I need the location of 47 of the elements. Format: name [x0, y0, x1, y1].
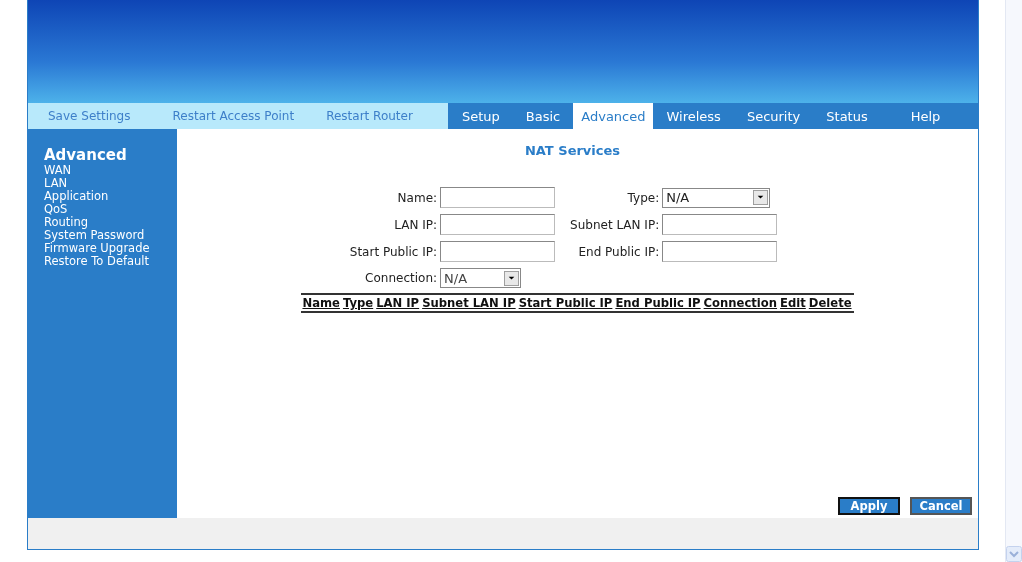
nav-tab[interactable]: Wireless [653, 103, 734, 129]
sidebar-link[interactable]: Firmware Upgrade [44, 242, 150, 255]
page-title: NAT Services [524, 143, 621, 158]
input-field[interactable] [662, 241, 778, 262]
column-header: Subnet LAN IP [421, 295, 518, 311]
sidebar-link[interactable]: Restore To Default [44, 255, 150, 268]
nav-tab[interactable]: Security [733, 103, 814, 129]
nav-tab[interactable]: Basic [512, 103, 574, 129]
field-label: End Public IP: [577, 244, 660, 259]
dropdown[interactable]: N/A [440, 268, 522, 288]
action-button[interactable]: Apply [838, 497, 900, 515]
field-label: LAN IP: [393, 217, 438, 232]
column-header: Type [341, 295, 375, 311]
sidebar-link[interactable]: LAN [44, 177, 68, 190]
nav-tab[interactable]: Help [880, 103, 954, 129]
input-field[interactable] [440, 187, 556, 208]
scrollbar[interactable] [1005, 0, 1022, 562]
column-header: Start Public IP [517, 295, 614, 311]
input-field[interactable] [440, 214, 556, 235]
column-header: Connection [702, 295, 779, 311]
nav-tab[interactable]: Advanced [573, 103, 654, 129]
sidebar-link[interactable]: System Password [44, 229, 145, 242]
sidebar-link[interactable]: WAN [44, 164, 72, 177]
sidebar-link[interactable]: Application [44, 190, 109, 203]
field-label: Type: [626, 190, 660, 205]
nav-tab[interactable]: Setup [448, 103, 513, 129]
column-header: Name [301, 295, 342, 311]
column-header: Delete [807, 295, 853, 311]
header-link[interactable]: Restart Router [326, 109, 413, 123]
action-button[interactable]: Cancel [910, 497, 972, 515]
dropdown[interactable]: N/A [662, 187, 771, 208]
input-field[interactable] [440, 241, 556, 262]
column-header: LAN IP [375, 295, 421, 311]
input-field[interactable] [662, 214, 778, 235]
nav-tab[interactable]: Status [813, 103, 881, 129]
field-label: Start Public IP: [348, 244, 438, 259]
sidebar-heading: Advanced [44, 147, 127, 164]
field-label: Subnet LAN IP: [569, 217, 660, 232]
column-header: Edit [779, 295, 808, 311]
scroll-down-icon[interactable] [1006, 546, 1022, 562]
header-link[interactable]: Restart Access Point [172, 109, 295, 123]
field-label: Name: [396, 190, 438, 205]
field-label: Connection: [364, 271, 438, 285]
column-header: End Public IP [614, 295, 703, 311]
sidebar-link[interactable]: QoS [44, 203, 68, 216]
sidebar-link[interactable]: Routing [44, 216, 89, 229]
header-link[interactable]: Save Settings [48, 109, 131, 123]
